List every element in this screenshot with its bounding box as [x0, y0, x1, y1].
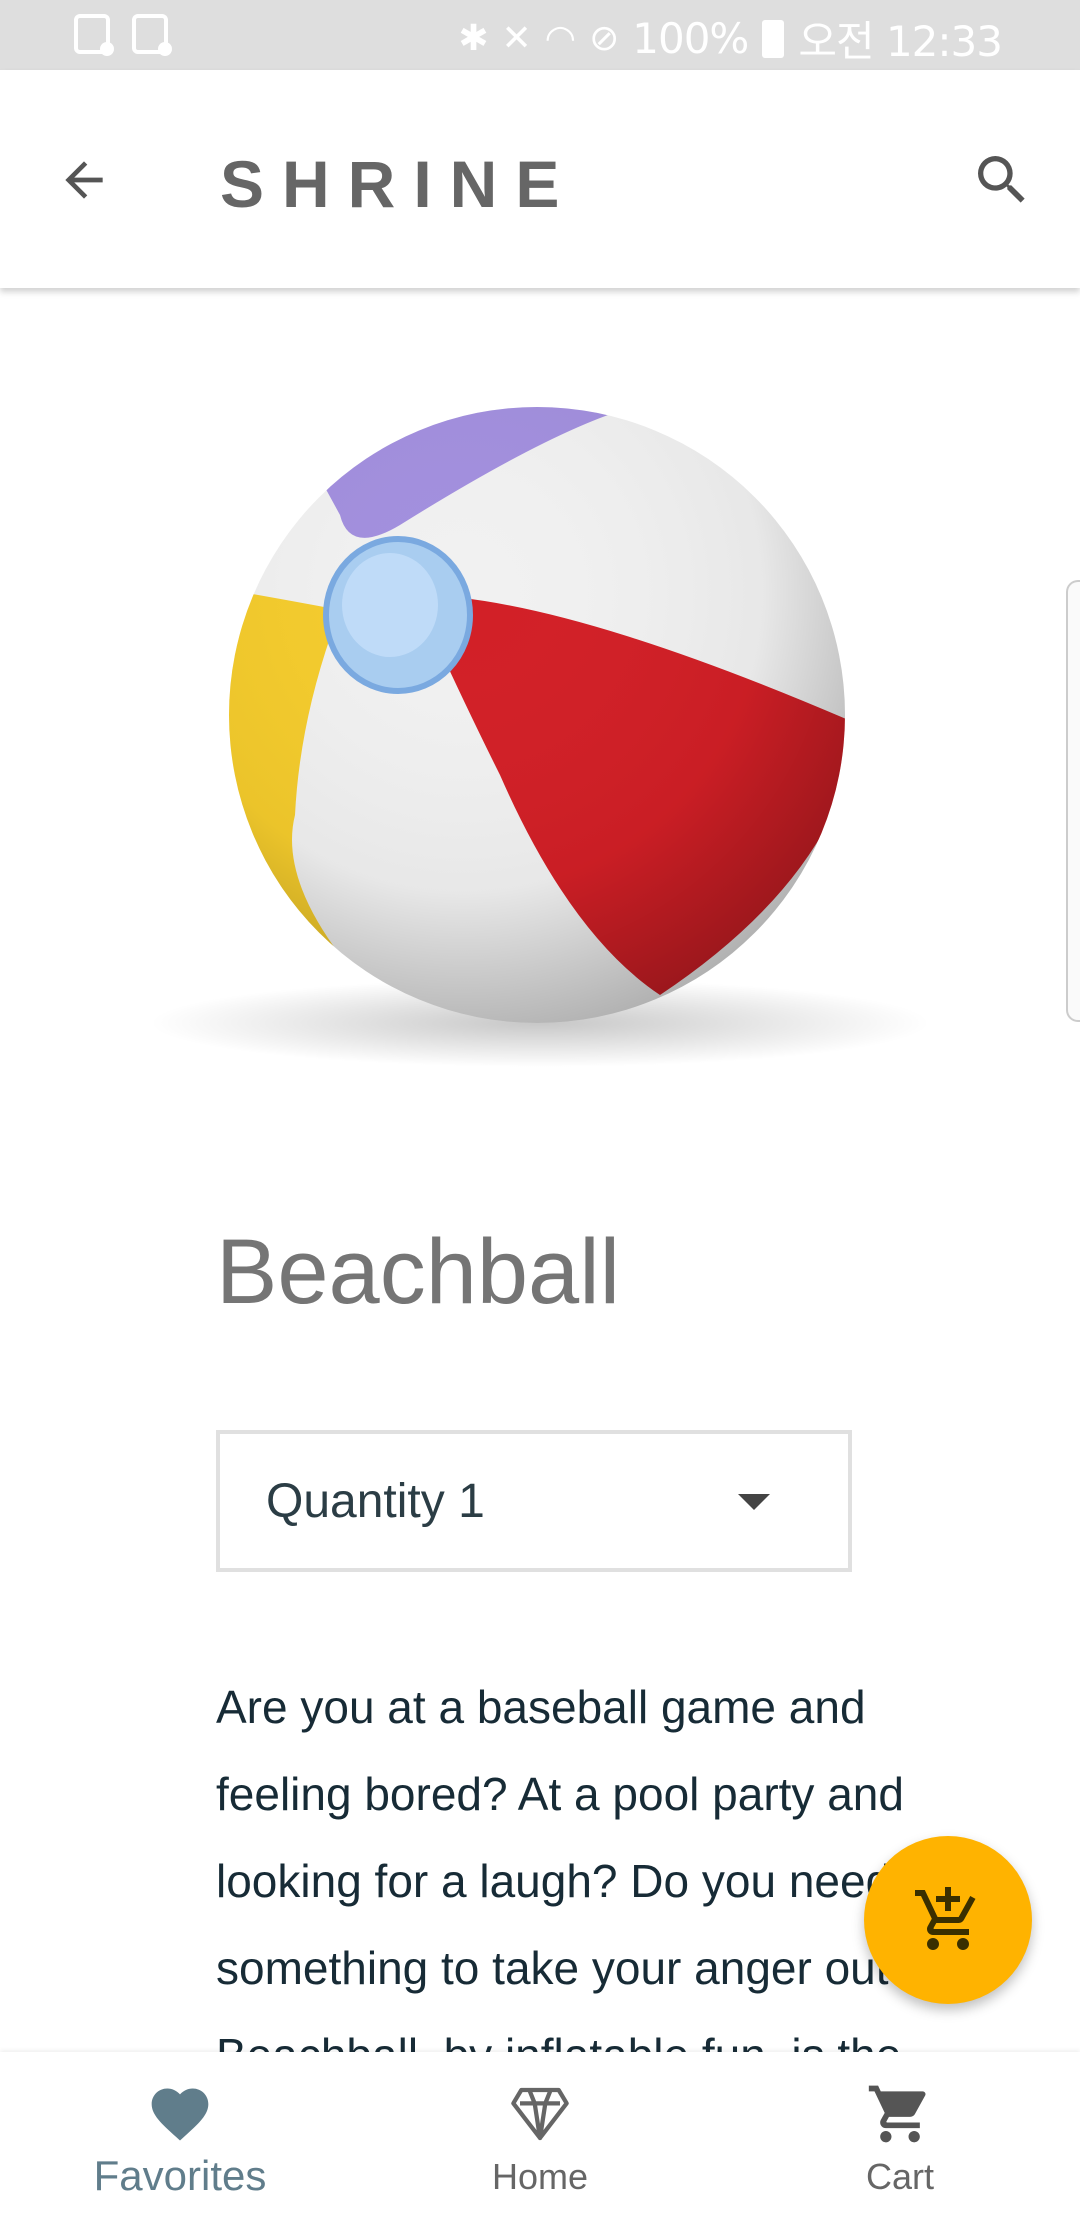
nav-item-cart[interactable]: Cart: [720, 2052, 1080, 2220]
status-indicators: ✱ ✕ ◠ ⊘ 100% 오전 12:33: [458, 8, 1003, 69]
bluetooth-icon: ✱: [458, 18, 488, 59]
add-shopping-cart-icon: [915, 1887, 976, 1950]
status-bar: ✱ ✕ ◠ ⊘ 100% 오전 12:33: [0, 0, 1080, 70]
notification-icon: [132, 14, 172, 56]
blocked-icon: ⊘: [589, 18, 619, 59]
heart-icon: [151, 2088, 209, 2141]
product-description: Are you at a baseball game and feeling b…: [216, 1681, 915, 2054]
search-icon: [978, 156, 1025, 203]
search-button[interactable]: [960, 138, 1044, 222]
nav-item-favorites[interactable]: Favorites: [0, 2052, 360, 2220]
side-panel-handle[interactable]: [1066, 580, 1080, 1022]
dropdown-arrow-icon: [738, 1494, 770, 1510]
product-title: Beachball: [216, 1221, 621, 1323]
mute-icon: ✕: [501, 18, 531, 59]
arrow-back-icon: [65, 161, 103, 199]
cart-icon: [868, 2085, 926, 2143]
nav-item-home[interactable]: Home: [360, 2052, 720, 2220]
nav-label-home: Home: [491, 2156, 589, 2197]
battery-percent: 100%: [632, 14, 749, 63]
product-image: [140, 395, 940, 1095]
quantity-dropdown[interactable]: Quantity 1: [216, 1430, 852, 1572]
app-bar: SHRINE: [0, 70, 1080, 288]
notification-icons: [74, 14, 172, 56]
clock: 오전 12:33: [798, 17, 1003, 66]
battery-icon: [762, 19, 785, 58]
notification-icon: [74, 14, 114, 56]
back-button[interactable]: [44, 140, 124, 220]
diamond-icon: [511, 2087, 569, 2141]
wifi-icon: ◠: [544, 18, 576, 59]
nav-label-favorites: Favorites: [93, 2152, 267, 2199]
beachball-image: [150, 407, 930, 1067]
nav-label-cart: Cart: [865, 2156, 934, 2197]
app-title: SHRINE: [220, 147, 578, 221]
bottom-navigation: Favorites Home Cart: [0, 2052, 1080, 2220]
add-to-cart-button[interactable]: [864, 1836, 1032, 2004]
quantity-value: Quantity 1: [266, 1474, 485, 1528]
